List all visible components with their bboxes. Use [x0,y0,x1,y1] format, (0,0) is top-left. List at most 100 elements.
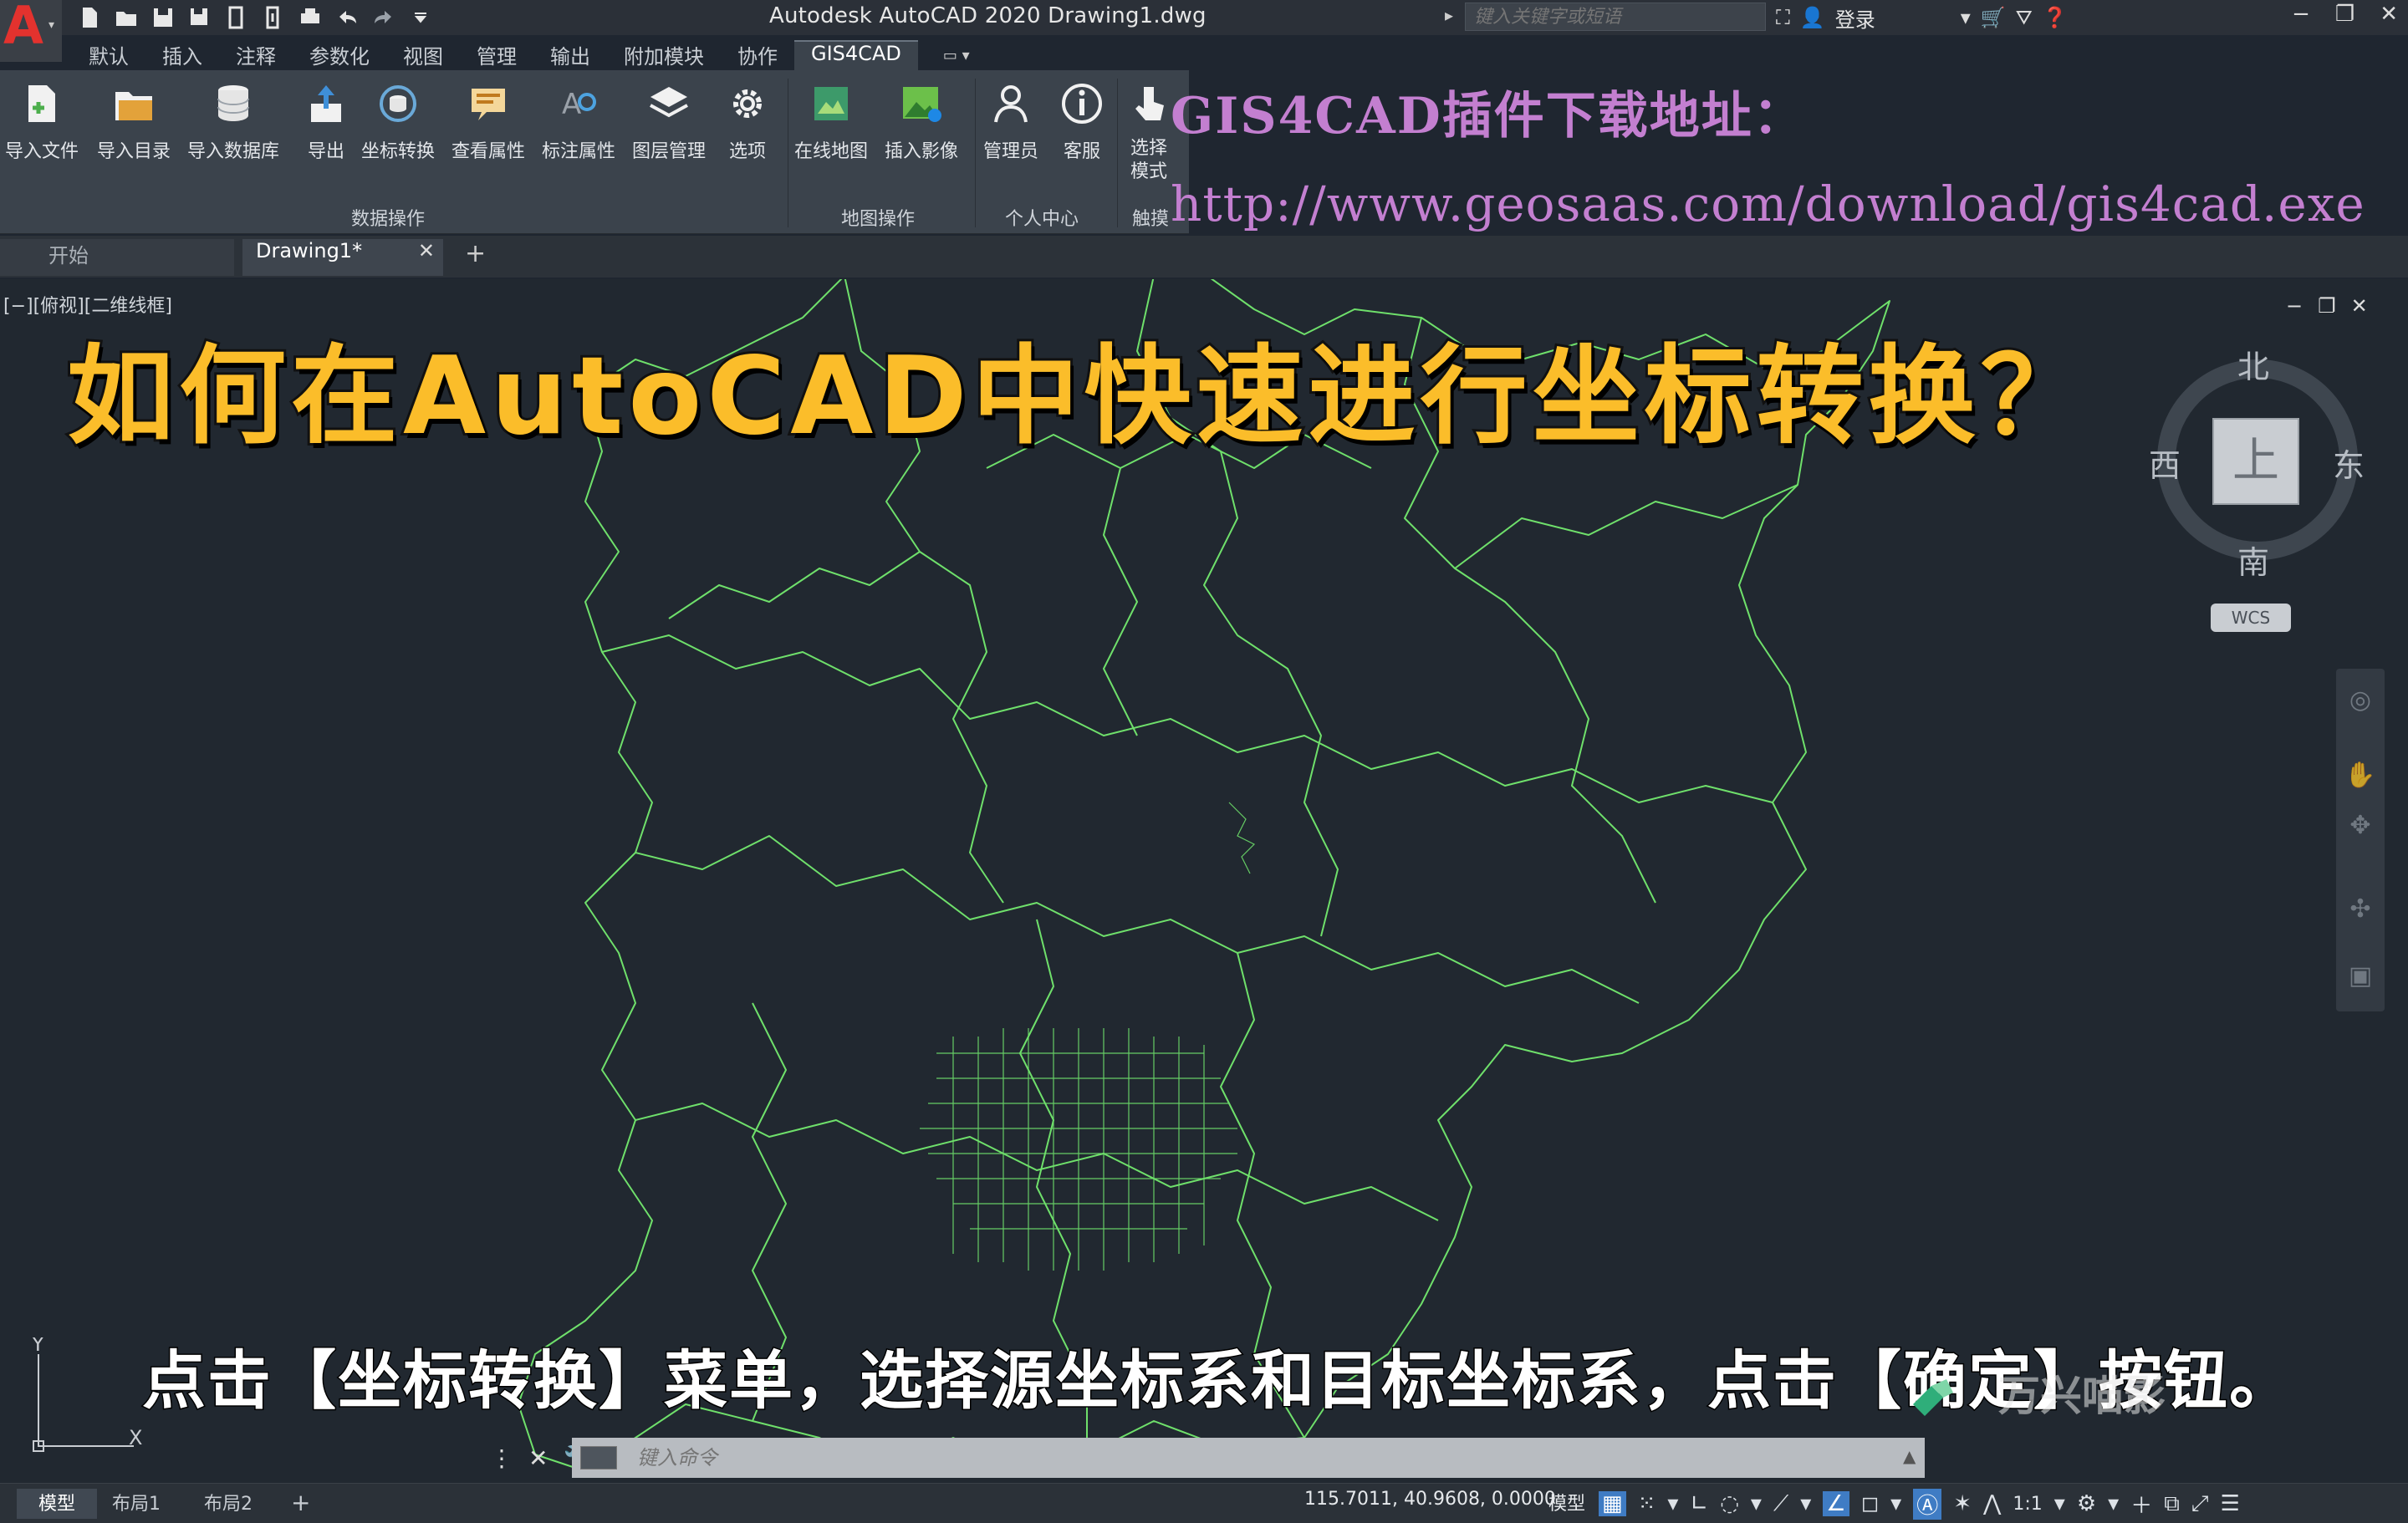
restore-icon[interactable]: ❐ [2318,294,2336,318]
view-attributes-button[interactable]: 查看属性 [452,79,525,179]
tab-view[interactable]: 视图 [386,40,460,70]
plot-icon[interactable] [261,5,286,30]
customize-menu-icon[interactable]: ☰ [2221,1491,2240,1516]
cart-icon[interactable]: 🛒 [1981,6,2006,29]
compass-west[interactable]: 西 [2149,440,2181,486]
save-as-icon[interactable] [187,5,212,30]
login-button[interactable]: 登录 [1835,3,1875,33]
cursor-coordinates[interactable]: 115.7011, 40.9608, 0.0000 [1304,1489,1556,1519]
isometric-icon[interactable]: ⟋ [1773,1491,1788,1517]
auto-scale-icon[interactable]: ✶ [1953,1491,1972,1516]
chevron-down-icon[interactable]: ▾ [1800,1491,1811,1516]
chevron-down-icon[interactable]: ▾ [1961,6,1971,29]
coordinate-transform-button[interactable]: 坐标转换 [361,79,435,179]
new-file-icon[interactable] [77,5,102,30]
model-space-toggle[interactable]: 模型 [1548,1489,1585,1519]
compass-east[interactable]: 东 [2333,440,2365,486]
tab-parametric[interactable]: 参数化 [293,40,386,70]
insert-image-button[interactable]: 插入影像 [885,79,958,179]
plus-icon[interactable]: ＋ [2130,1489,2152,1520]
options-button[interactable]: 选项 [722,79,773,179]
drag-handle-icon[interactable]: ⋮ [490,1444,513,1472]
minimize-icon[interactable]: − [2292,2,2310,27]
restore-icon[interactable]: ❐ [2335,2,2354,27]
compass-north[interactable]: 北 [2237,341,2269,387]
chevron-down-icon[interactable]: ▾ [2108,1491,2119,1516]
undo-icon[interactable] [334,5,360,30]
chevron-right-icon[interactable]: ▸ [1445,5,1453,25]
tab-annotate[interactable]: 注释 [219,40,293,70]
tab-start[interactable]: 开始 [0,239,234,276]
annotation-scale-icon[interactable]: ⋀ [1983,1491,2001,1516]
grid-icon[interactable]: ▦ [1599,1491,1626,1516]
wcs-menu[interactable]: WCS [2211,604,2291,632]
fullscreen-icon[interactable]: ⤢ [2191,1491,2209,1517]
online-map-button[interactable]: 在线地图 [794,79,868,179]
customer-service-button[interactable]: 客服 [1057,79,1107,179]
tab-manage[interactable]: 管理 [460,40,533,70]
zoom-extents-icon[interactable]: ✥ [2344,811,2376,843]
showmotion-icon[interactable]: ▣ [2344,961,2376,993]
select-mode-button[interactable]: 选择 模式 [1124,79,1174,182]
object-snap-tracking-icon[interactable]: ∠ [1823,1491,1849,1516]
viewcube[interactable]: 北 西 东 南 上 WCS [2149,326,2366,632]
import-folder-button[interactable]: 导入目录 [97,79,171,179]
chevron-down-icon[interactable]: ▾ [1751,1491,1762,1516]
tab-collaborate[interactable]: 协作 [721,40,794,70]
admin-button[interactable]: 管理员 [983,79,1038,179]
close-icon[interactable]: ✕ [2351,294,2368,318]
layout-tab-1[interactable]: 布局1 [112,1489,161,1519]
tab-output[interactable]: 输出 [533,40,607,70]
open-folder-icon[interactable] [114,5,139,30]
customize-toolbar-icon[interactable] [408,5,433,30]
close-icon[interactable]: ✕ [418,239,435,262]
import-database-button[interactable]: 导入数据库 [187,79,279,179]
tab-insert[interactable]: 插入 [145,40,219,70]
annotation-visibility-icon[interactable]: Ⓐ [1913,1488,1942,1520]
import-file-button[interactable]: 导入文件 [5,79,79,179]
ortho-icon[interactable]: ∟ [1690,1491,1708,1516]
layout-tab-model[interactable]: 模型 [17,1489,97,1519]
search-input[interactable] [1466,3,1765,30]
binoculars-icon[interactable]: ⛶ [1776,6,1790,29]
annotate-attributes-button[interactable]: A 标注属性 [542,79,615,179]
save-icon[interactable] [150,5,176,30]
publish-icon[interactable] [224,5,249,30]
user-icon[interactable]: 👤 [1800,6,1825,29]
orbit-icon[interactable]: ✣ [2344,894,2376,926]
new-tab-button[interactable]: + [465,239,486,276]
print-icon[interactable] [298,5,323,30]
layer-manager-button[interactable]: 图层管理 [632,79,706,179]
ribbon-minimize-toggle[interactable]: ▭ ▾ [918,40,970,70]
layout-tab-2[interactable]: 布局2 [204,1489,253,1519]
gear-icon[interactable]: ⚙ [2077,1491,2096,1516]
viewcube-top-face[interactable]: 上 [2212,418,2299,505]
add-layout-button[interactable]: + [291,1489,310,1519]
chevron-up-icon[interactable]: ▲ [1903,1446,1916,1466]
tab-addins[interactable]: 附加模块 [607,40,721,70]
export-button[interactable]: 导出 [301,79,351,179]
help-icon[interactable]: ❓ [2043,6,2068,29]
polar-tracking-icon[interactable]: ◌ [1720,1491,1739,1516]
close-icon[interactable]: ✕ [528,1444,548,1472]
compass-south[interactable]: 南 [2237,537,2269,583]
app-menu-button[interactable]: A ▾ [0,0,62,62]
isolate-objects-icon[interactable]: ⧉ [2164,1491,2180,1517]
chevron-down-icon[interactable]: ▾ [1890,1491,1901,1516]
chevron-down-icon[interactable]: ▾ [2054,1491,2065,1516]
redo-icon[interactable] [371,5,396,30]
tab-drawing1[interactable]: Drawing1* ✕ [242,239,443,276]
chevron-down-icon[interactable]: ▾ [1667,1491,1678,1516]
object-snap-icon[interactable]: ◻ [1861,1491,1880,1516]
pan-icon[interactable]: ✋ [2344,761,2376,792]
command-prompt-icon[interactable] [580,1446,617,1470]
search-box[interactable] [1465,3,1766,31]
tab-default[interactable]: 默认 [72,40,145,70]
snap-icon[interactable]: ⁙ [1638,1491,1656,1516]
tab-gis4cad[interactable]: GIS4CAD [794,40,918,70]
close-icon[interactable]: ✕ [2380,2,2398,27]
annotation-scale-value[interactable]: 1:1 [2013,1494,2042,1515]
a360-icon[interactable]: ⛛ [2016,6,2033,29]
command-input[interactable] [637,1441,1891,1475]
steering-wheel-icon[interactable]: ◎ [2344,685,2376,717]
